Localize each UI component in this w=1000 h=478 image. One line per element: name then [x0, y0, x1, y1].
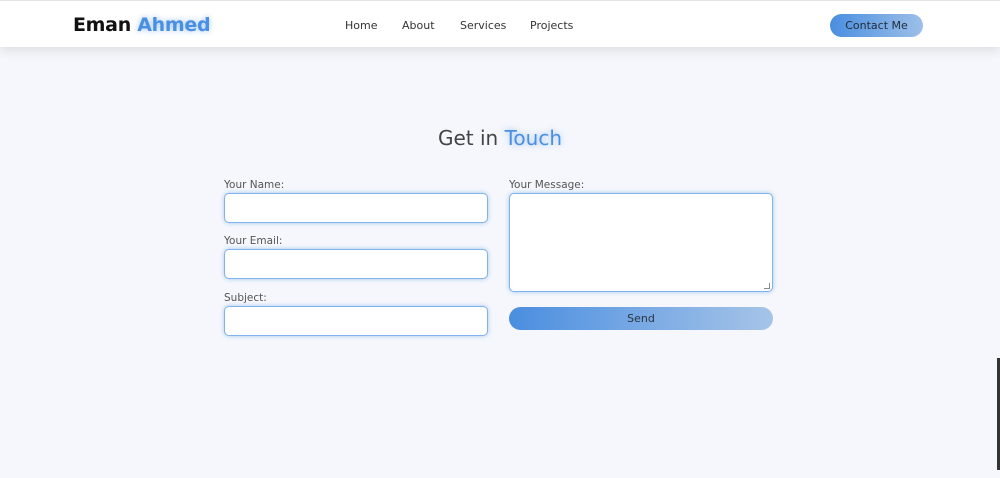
email-label: Your Email:: [224, 235, 283, 247]
section-title-accent: Touch: [504, 126, 562, 150]
nav-link-home[interactable]: Home: [345, 19, 377, 32]
brand-first-name: Eman: [73, 14, 131, 36]
resize-handle-icon[interactable]: [764, 283, 770, 289]
contact-me-button[interactable]: Contact Me: [830, 14, 923, 37]
navbar: Eman Ahmed Home About Services Projects …: [0, 0, 1000, 47]
subject-field[interactable]: [224, 306, 488, 336]
message-label: Your Message:: [509, 179, 585, 191]
name-field[interactable]: [224, 193, 488, 223]
email-field[interactable]: [224, 249, 488, 279]
nav-link-about[interactable]: About: [402, 19, 435, 32]
nav-link-services[interactable]: Services: [460, 19, 506, 32]
page: Eman Ahmed Home About Services Projects …: [0, 0, 1000, 478]
brand-logo[interactable]: Eman Ahmed: [73, 14, 211, 36]
send-button[interactable]: Send: [509, 307, 773, 330]
subject-label: Subject:: [224, 292, 267, 304]
message-textarea[interactable]: [509, 193, 773, 292]
name-label: Your Name:: [224, 179, 285, 191]
section-title: Get in Touch: [0, 126, 1000, 150]
section-title-prefix: Get in: [438, 126, 499, 150]
nav-link-projects[interactable]: Projects: [530, 19, 573, 32]
brand-last-name: Ahmed: [137, 14, 211, 36]
